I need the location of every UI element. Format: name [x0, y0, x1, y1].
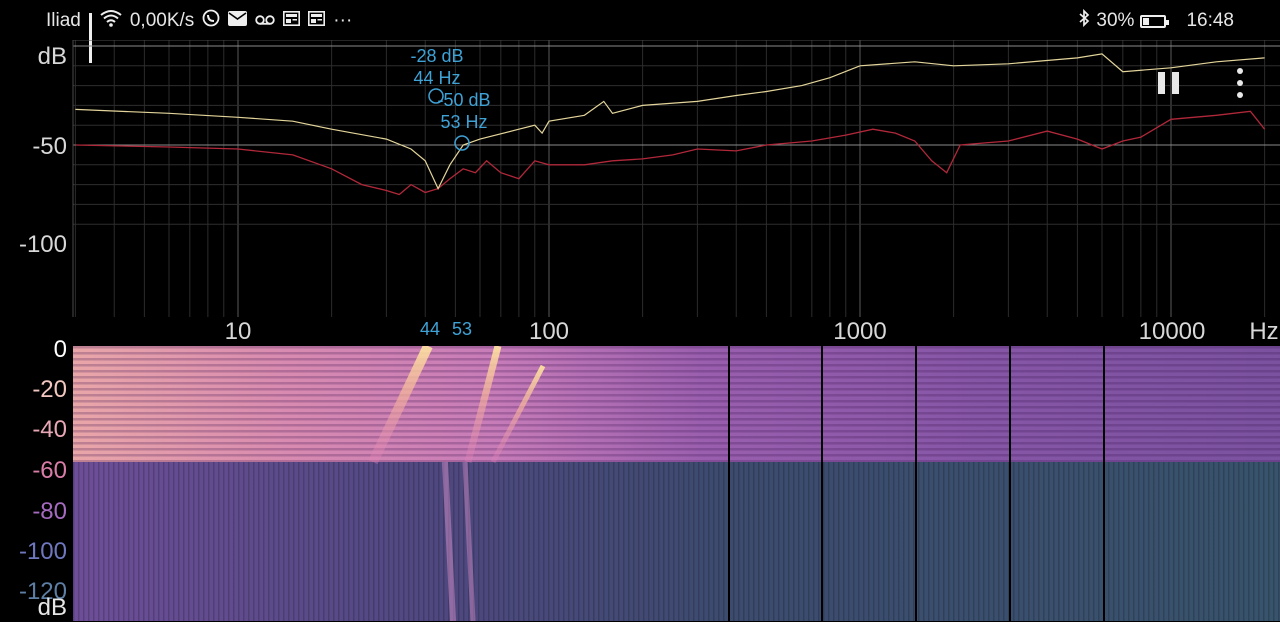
harmonic-streak: [368, 346, 433, 465]
signal-icon: [88, 13, 92, 63]
whatsapp-icon: [202, 9, 220, 33]
harmonic-streak: [464, 346, 502, 463]
spectrogram-y-unit: dB: [37, 594, 67, 621]
peak-hold-trace: [75, 110, 1266, 196]
more-vert-dot: [1237, 80, 1243, 86]
peak-marker-2: [454, 135, 470, 151]
pause-icon-bar: [1172, 72, 1179, 94]
spectrogram-y-tick: -20: [32, 376, 67, 403]
spectrum-y-unit: dB: [37, 43, 67, 70]
peak-1-db: -28 dB: [410, 46, 464, 66]
more-notifications: ···: [333, 10, 353, 31]
more-options-button[interactable]: [1232, 68, 1248, 98]
pause-button[interactable]: [1158, 72, 1180, 94]
news-icon: [283, 10, 301, 32]
spectrogram-y-tick: -100: [18, 538, 67, 565]
mail-icon: [228, 10, 248, 32]
spectrogram-y-tick: -60: [32, 457, 67, 484]
live-spectrum-trace: [75, 53, 1265, 190]
spectrum-plot[interactable]: [0, 40, 1280, 343]
news-icon: [308, 10, 326, 32]
spectrum-grid: [72, 40, 1280, 317]
harmonic-streak: [442, 461, 456, 621]
spectrum-x-tick: 10: [224, 318, 252, 345]
peak-1-label: -28 dB 44 Hz: [405, 45, 469, 89]
bluetooth-icon: [1078, 8, 1090, 33]
harmonic-streak: [462, 461, 476, 621]
status-bar: Iliad 0,00K/s ··· 30% 16:48: [0, 0, 1280, 63]
peak-1-hz: 44 Hz: [413, 68, 461, 88]
spectrum-x-unit: Hz: [1249, 318, 1279, 345]
pause-icon: [1158, 72, 1165, 94]
network-speed: 0,00K/s: [129, 10, 195, 31]
spectrum-y-tick: -50: [32, 133, 67, 160]
spectrum-y-tick: -100: [18, 231, 67, 258]
spectrum-x-tick: 1000: [833, 318, 887, 345]
peak-axis-mark: 53: [452, 319, 473, 339]
peak-2-label: -50 dB 53 Hz: [432, 89, 496, 133]
peak-axis-mark: 44: [420, 319, 441, 339]
spectrum-x-tick: 10000: [1138, 318, 1206, 345]
peak-2-db: -50 dB: [437, 90, 491, 110]
battery-percent: 30%: [1096, 10, 1135, 31]
spectrum-x-tick: 100: [528, 318, 570, 345]
spectrogram[interactable]: [73, 346, 1280, 621]
wifi-icon: [100, 9, 122, 33]
carrier-name: Iliad: [46, 10, 81, 31]
battery-icon: [1140, 14, 1170, 28]
more-vert-icon: [1237, 68, 1243, 74]
harmonic-streak: [490, 364, 546, 464]
peak-2-hz: 53 Hz: [440, 112, 488, 132]
spectrogram-y-tick: -40: [32, 416, 67, 443]
clock: 16:48: [1186, 10, 1234, 31]
spectrogram-overlay: [368, 346, 1105, 621]
spectrogram-y-tick: 0: [53, 336, 67, 363]
spectrogram-y-tick: -80: [32, 498, 67, 525]
voicemail-icon: [255, 10, 275, 32]
more-vert-dot: [1237, 92, 1243, 98]
